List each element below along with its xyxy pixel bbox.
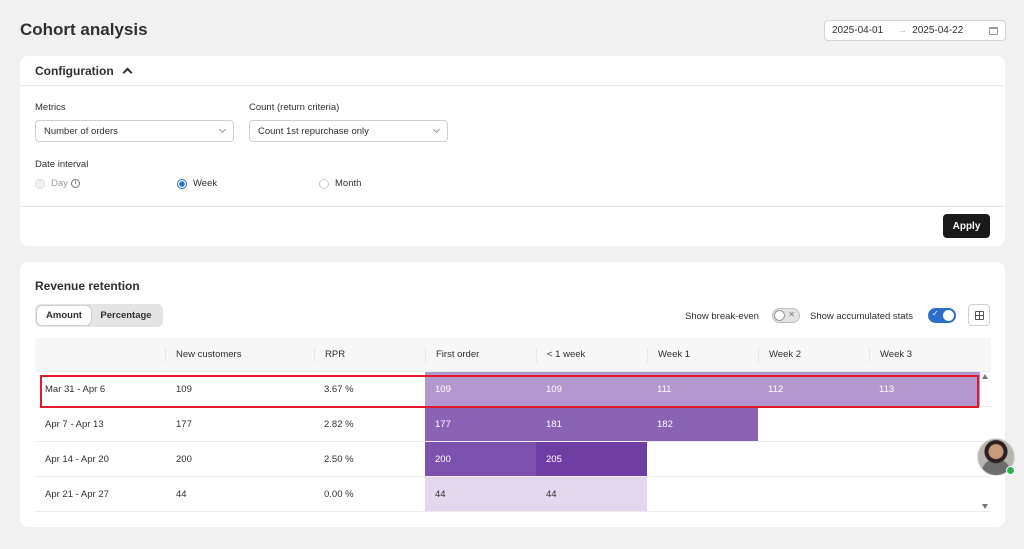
- view-toggle: Amount Percentage: [35, 304, 163, 327]
- retention-cell: 181: [536, 407, 647, 441]
- divider: [20, 206, 1005, 207]
- table-row[interactable]: Apr 21 - Apr 27 44 0.00 % 44 44: [35, 477, 991, 512]
- column-header: Week 1: [647, 347, 758, 362]
- new-customers-cell: 109: [176, 383, 192, 395]
- new-customers-cell: 177: [176, 418, 192, 430]
- new-customers-cell: 200: [176, 453, 192, 465]
- scroll-up-arrow-icon[interactable]: [982, 374, 988, 379]
- count-label: Count (return criteria): [249, 102, 340, 113]
- column-header: First order: [425, 347, 536, 362]
- radio-day-label: Day: [51, 178, 68, 189]
- count-select-value: Count 1st repurchase only: [258, 125, 369, 137]
- radio-week-label: Week: [193, 178, 218, 189]
- cohort-cell: Apr 21 - Apr 27: [45, 488, 109, 500]
- column-header: Week 2: [758, 347, 869, 362]
- retention-cell: 200: [425, 442, 536, 476]
- radio-circle: [319, 178, 329, 189]
- info-icon: i: [70, 179, 80, 188]
- retention-cell: 205: [536, 442, 647, 476]
- table-row[interactable]: Mar 31 - Apr 6 109 3.67 % 109 109 111 11…: [35, 372, 991, 407]
- column-header: Week 3: [869, 347, 980, 362]
- revenue-retention-card: Revenue retention Amount Percentage Show…: [20, 262, 1005, 527]
- arrow-right-icon: →: [897, 25, 908, 36]
- table-row[interactable]: Apr 14 - Apr 20 200 2.50 % 200 205: [35, 442, 991, 477]
- configuration-header[interactable]: Configuration: [20, 56, 1005, 86]
- chevron-down-icon: [218, 125, 227, 134]
- new-customers-cell: 44: [176, 488, 187, 500]
- retention-cell: 44: [425, 477, 536, 511]
- configuration-card: Configuration Metrics Number of orders C…: [20, 56, 1005, 246]
- retention-cell: 177: [425, 407, 536, 441]
- retention-table: New customers RPR First order < 1 week W…: [35, 338, 991, 512]
- tab-amount[interactable]: Amount: [37, 306, 91, 325]
- check-icon: ✓: [932, 309, 939, 318]
- rpr-cell: 0.00 %: [324, 488, 354, 500]
- radio-day[interactable]: Day i: [35, 178, 80, 189]
- avatar[interactable]: [977, 438, 1015, 476]
- radio-week[interactable]: Week: [177, 178, 217, 189]
- chevron-down-icon: [432, 125, 441, 134]
- page-title: Cohort analysis: [20, 20, 148, 39]
- column-header: RPR: [314, 347, 425, 362]
- date-range-start: 2025-04-01: [832, 25, 884, 36]
- break-even-toggle[interactable]: ✕: [772, 308, 800, 323]
- configuration-title: Configuration: [35, 63, 114, 78]
- toggle-knob: [774, 310, 785, 321]
- cohort-cell: Apr 14 - Apr 20: [45, 453, 109, 465]
- retention-cell: 113: [869, 372, 980, 406]
- radio-circle: [35, 178, 45, 189]
- break-even-label: Show break-even: [685, 311, 759, 322]
- column-header: New customers: [165, 347, 314, 362]
- retention-cell: 44: [536, 477, 647, 511]
- retention-cell: 112: [758, 372, 869, 406]
- metrics-select[interactable]: Number of orders: [35, 120, 234, 142]
- close-icon: ✕: [788, 310, 795, 319]
- retention-cell: 109: [536, 372, 647, 406]
- calendar-icon: [989, 26, 998, 35]
- online-status-icon: [1006, 466, 1015, 475]
- metrics-label: Metrics: [35, 102, 66, 113]
- metrics-select-value: Number of orders: [44, 125, 118, 137]
- table-row[interactable]: Apr 7 - Apr 13 177 2.82 % 177 181 182: [35, 407, 991, 442]
- chevron-up-icon: [122, 67, 133, 78]
- date-range-picker[interactable]: 2025-04-01 → 2025-04-22: [824, 20, 1006, 41]
- column-header: < 1 week: [536, 347, 647, 362]
- rpr-cell: 2.82 %: [324, 418, 354, 430]
- retention-title: Revenue retention: [35, 279, 140, 293]
- count-select[interactable]: Count 1st repurchase only: [249, 120, 448, 142]
- date-interval-label: Date interval: [35, 159, 89, 170]
- cohort-cell: Apr 7 - Apr 13: [45, 418, 104, 430]
- retention-cell: 109: [425, 372, 536, 406]
- rpr-cell: 2.50 %: [324, 453, 354, 465]
- toggle-knob: [943, 310, 954, 321]
- scroll-down-arrow-icon[interactable]: [982, 504, 988, 509]
- table-header: New customers RPR First order < 1 week W…: [35, 338, 991, 372]
- table-settings-button[interactable]: [968, 304, 990, 326]
- apply-button[interactable]: Apply: [943, 214, 990, 238]
- accumulated-toggle[interactable]: ✓: [928, 308, 956, 323]
- radio-circle: [177, 178, 187, 189]
- cohort-cell: Mar 31 - Apr 6: [45, 383, 106, 395]
- accumulated-label: Show accumulated stats: [810, 311, 913, 322]
- tab-percentage[interactable]: Percentage: [91, 306, 161, 325]
- radio-month[interactable]: Month: [319, 178, 361, 189]
- date-range-end: 2025-04-22: [912, 25, 964, 36]
- retention-cell: 111: [647, 372, 758, 406]
- table-icon: [974, 310, 984, 320]
- retention-cell: 182: [647, 407, 758, 441]
- radio-month-label: Month: [335, 178, 362, 189]
- rpr-cell: 3.67 %: [324, 383, 354, 395]
